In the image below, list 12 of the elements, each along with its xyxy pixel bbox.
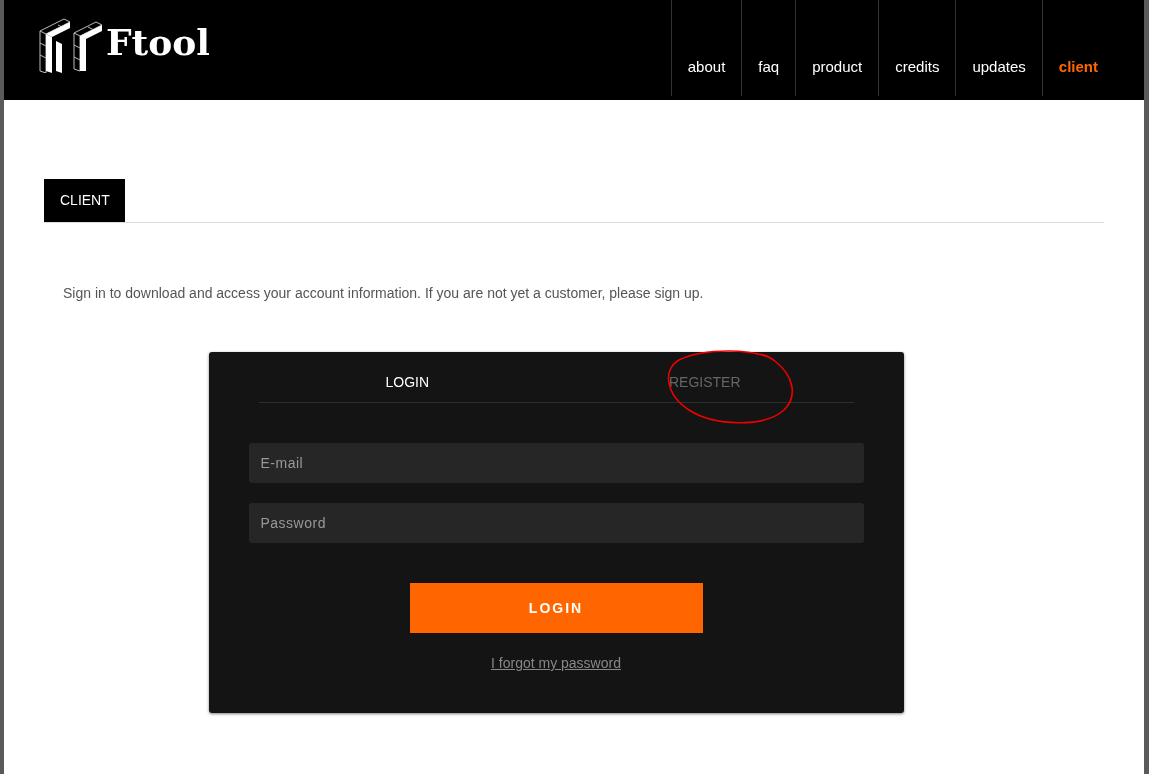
- form-tab[interactable]: LOGIN: [258, 352, 556, 402]
- nav-link[interactable]: credits: [878, 0, 956, 96]
- nav-link[interactable]: product: [795, 0, 879, 96]
- input-field[interactable]: Password: [248, 503, 864, 543]
- nav-link[interactable]: faq: [741, 0, 796, 96]
- intro-text: Sign in to download and access your account information. If you are not yet a customer, please sign up.: [63, 285, 705, 301]
- nav-link[interactable]: updates: [955, 0, 1042, 96]
- nav-link[interactable]: client: [1041, 0, 1114, 96]
- nav-link[interactable]: about: [670, 0, 742, 96]
- forgot-password-link[interactable]: I forgot my password: [491, 655, 621, 671]
- logo-text: Ftool: [106, 21, 210, 63]
- input-field[interactable]: E-mail: [248, 443, 864, 483]
